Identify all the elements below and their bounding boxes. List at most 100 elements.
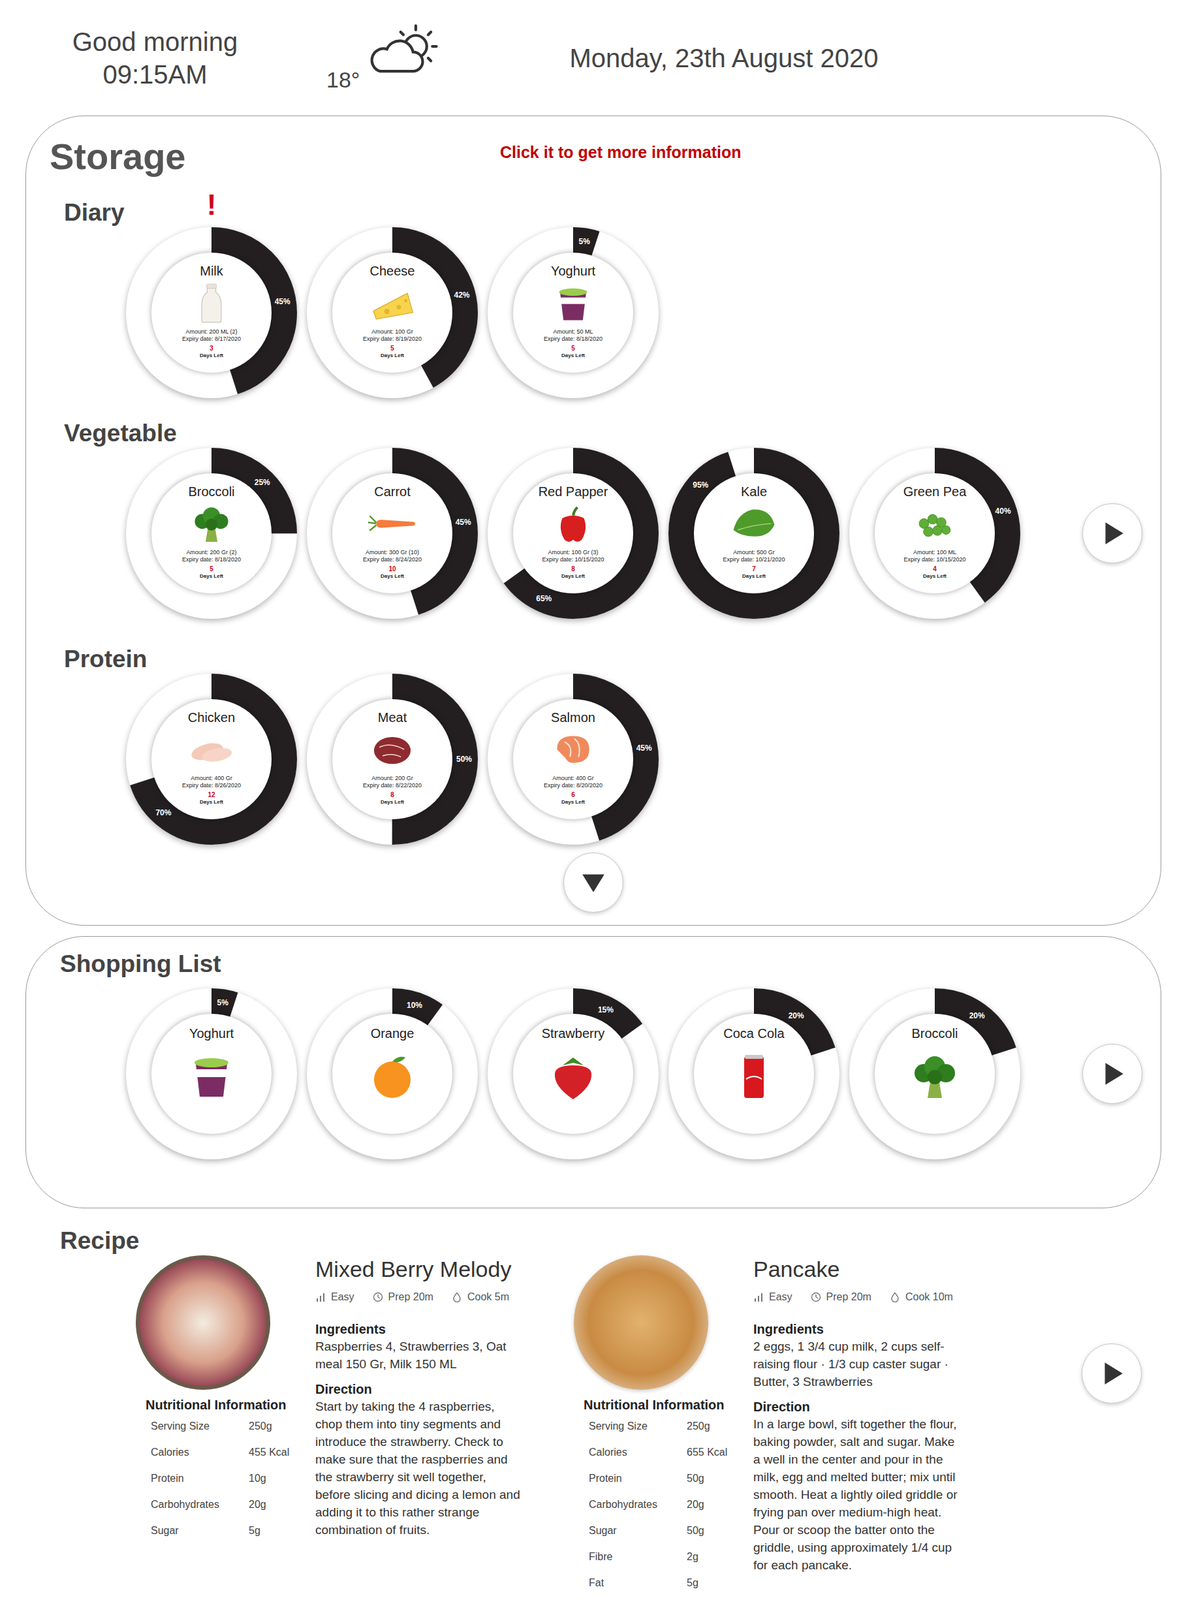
- item-ring[interactable]: CheeseAmount: 100 GrExpiry date: 8/19/20…: [306, 227, 478, 399]
- item-ring[interactable]: Orange10%: [306, 988, 478, 1160]
- category-title: Protein: [26, 644, 1161, 674]
- item-amount: Amount: 100 ML: [913, 548, 957, 557]
- level-label: 70%: [155, 808, 172, 817]
- item-ring[interactable]: Red PapperAmount: 100 Gr (3)Expiry date:…: [487, 447, 659, 619]
- nutrition-title: Nutritional Information: [573, 1396, 737, 1414]
- item-name: Carrot: [374, 473, 411, 500]
- item-amount: Amount: 300 Gr (10): [365, 548, 420, 557]
- ring-center: Red PapperAmount: 100 Gr (3)Expiry date:…: [513, 473, 634, 594]
- item-expiry: Expiry date: 8/20/2020: [543, 782, 603, 790]
- nutrition-row: Serving Size250g: [150, 1413, 299, 1440]
- item-expiry: Expiry date: 8/17/2020: [182, 335, 241, 343]
- item-ring[interactable]: Yoghurt5%: [125, 988, 298, 1160]
- level-label: 20%: [788, 1011, 805, 1020]
- days-left-label: Days Left: [561, 798, 585, 806]
- item-name: Milk: [199, 252, 224, 279]
- item-amount: Amount: 200 Gr: [371, 774, 414, 783]
- item-name: Broccoli: [911, 1013, 958, 1042]
- header: Good morning09:15AM18°Monday, 23th Augus…: [0, 0, 1190, 116]
- shopping-title: Shopping List: [26, 949, 1161, 979]
- days-left-label: Days Left: [380, 798, 405, 806]
- recipe-left: Nutritional InformationServing Size250gC…: [135, 1255, 299, 1544]
- chicken-icon: [184, 727, 239, 771]
- ingredients-text: 2 eggs, 1 3/4 cup milk, 2 cups self-rais…: [753, 1337, 963, 1391]
- ingredients-text: Raspberries 4, Strawberries 3, Oat meal …: [315, 1337, 525, 1373]
- item-ring[interactable]: CarrotAmount: 300 Gr (10)Expiry date: 8/…: [306, 447, 478, 619]
- item-amount: Amount: 200 ML (2): [185, 328, 237, 336]
- storage-panel: StorageClick it to get more information D…: [25, 115, 1162, 926]
- recipe-title: Mixed Berry Melody: [315, 1255, 525, 1283]
- nutrition-row: Sugar50g: [588, 1517, 737, 1544]
- nutrition-row: Serving Size250g: [588, 1413, 737, 1440]
- pea-icon: [907, 501, 963, 546]
- days-left-count: 8: [390, 791, 395, 799]
- ring-center: Green PeaAmount: 100 MLExpiry date: 10/1…: [874, 473, 995, 594]
- item-ring[interactable]: ChickenAmount: 400 GrExpiry date: 8/26/2…: [125, 673, 298, 845]
- shopping-panel: Shopping ListYoghurt5%Orange10%Strawberr…: [25, 936, 1162, 1209]
- item-name: Coca Cola: [723, 1013, 784, 1042]
- item-ring[interactable]: MeatAmount: 200 GrExpiry date: 8/22/2020…: [306, 673, 478, 845]
- recipe-meta: Prep 20m: [372, 1290, 434, 1304]
- direction-title: Direction: [315, 1380, 525, 1398]
- pepper-icon: [545, 501, 601, 546]
- item-ring[interactable]: Broccoli 20%: [849, 988, 1021, 1160]
- recipe-card[interactable]: Nutritional InformationServing Size250gC…: [135, 1255, 525, 1544]
- recipe-right: Mixed Berry MelodyEasyPrep 20mCook 5mIng…: [315, 1255, 525, 1544]
- ring-center: YoghurtAmount: 50 MLExpiry date: 8/18/20…: [513, 252, 634, 373]
- clock-icon: [372, 1291, 384, 1303]
- ring-center: Milk Amount: 200 ML (2)Expiry date: 8/17/…: [151, 252, 272, 373]
- item-ring[interactable]: SalmonAmount: 400 GrExpiry date: 8/20/20…: [487, 673, 659, 845]
- item-ring[interactable]: !MilkAmount: 200 ML (2)Expiry date: 8/17…: [125, 227, 298, 399]
- days-left-label: Days Left: [199, 798, 224, 806]
- yoghurt-icon: [545, 281, 601, 325]
- level-label: 5%: [217, 998, 229, 1007]
- weather: 18°: [326, 20, 442, 96]
- days-left-label: Days Left: [923, 573, 947, 580]
- recipe-meta: Cook 5m: [451, 1290, 510, 1304]
- item-ring[interactable]: Strawberry15%: [487, 988, 659, 1160]
- item-expiry: Expiry date: 8/18/2020: [182, 556, 241, 564]
- next-button[interactable]: [1082, 1043, 1143, 1104]
- item-ring[interactable]: KaleAmount: 500 GrExpiry date: 10/21/202…: [668, 447, 840, 619]
- level-label: 20%: [969, 1011, 986, 1020]
- item-amount: Amount: 400 Gr: [552, 774, 595, 783]
- level-label: 45%: [455, 518, 472, 527]
- recipe-meta: Easy: [753, 1290, 793, 1304]
- recipe-meta: Prep 20m: [810, 1290, 872, 1304]
- direction-text: In a large bowl, sift together the flour…: [753, 1415, 963, 1574]
- nutrition-table: Serving Size250gCalories455 KcalProtein1…: [135, 1413, 299, 1544]
- days-left-label: Days Left: [561, 352, 585, 360]
- days-left-label: Days Left: [742, 573, 766, 580]
- clock-icon: [810, 1291, 822, 1303]
- ingredients-title: Ingredients: [753, 1320, 963, 1338]
- category-title: Vegetable: [26, 419, 1161, 448]
- storage-hint: Click it to get more information: [500, 135, 1161, 162]
- nutrition-row: Fat5g: [588, 1569, 737, 1597]
- item-name: Broccoli: [187, 473, 235, 500]
- item-amount: Amount: 200 Gr (2): [186, 548, 237, 557]
- level-label: 65%: [535, 594, 552, 603]
- item-ring[interactable]: Broccoli Amount: 200 Gr (2)Expiry date: 8…: [125, 447, 298, 619]
- recipe-meta: Easy: [315, 1290, 355, 1304]
- storage-title: Storage: [26, 135, 501, 178]
- item-ring[interactable]: YoghurtAmount: 50 MLExpiry date: 8/18/20…: [487, 227, 659, 399]
- item-ring[interactable]: Green PeaAmount: 100 MLExpiry date: 10/1…: [849, 447, 1021, 619]
- nutrition-table: Serving Size250gCalories655 KcalProtein5…: [573, 1413, 737, 1597]
- nutrition-row: Calories655 Kcal: [588, 1439, 737, 1466]
- item-name: Strawberry: [541, 1013, 606, 1042]
- next-button[interactable]: [1081, 1343, 1142, 1404]
- recipe-card[interactable]: Nutritional InformationServing Size250gC…: [573, 1255, 963, 1597]
- meat-icon: [364, 727, 420, 771]
- kale-icon: [726, 501, 782, 546]
- broccoli-icon: [902, 1046, 968, 1106]
- level-label: 95%: [692, 481, 709, 489]
- direction-text: Start by taking the 4 raspberries, chop …: [315, 1397, 525, 1539]
- item-ring[interactable]: Coca Cola 20%: [668, 988, 840, 1160]
- expand-button[interactable]: [563, 852, 624, 913]
- recipe-photo: [573, 1255, 709, 1390]
- recipe-title: Pancake: [753, 1255, 963, 1283]
- play-icon: [1098, 1060, 1127, 1088]
- item-name: Green Pea: [903, 473, 967, 500]
- ring-center: KaleAmount: 500 GrExpiry date: 10/21/202…: [693, 473, 815, 594]
- next-button[interactable]: [1082, 503, 1143, 564]
